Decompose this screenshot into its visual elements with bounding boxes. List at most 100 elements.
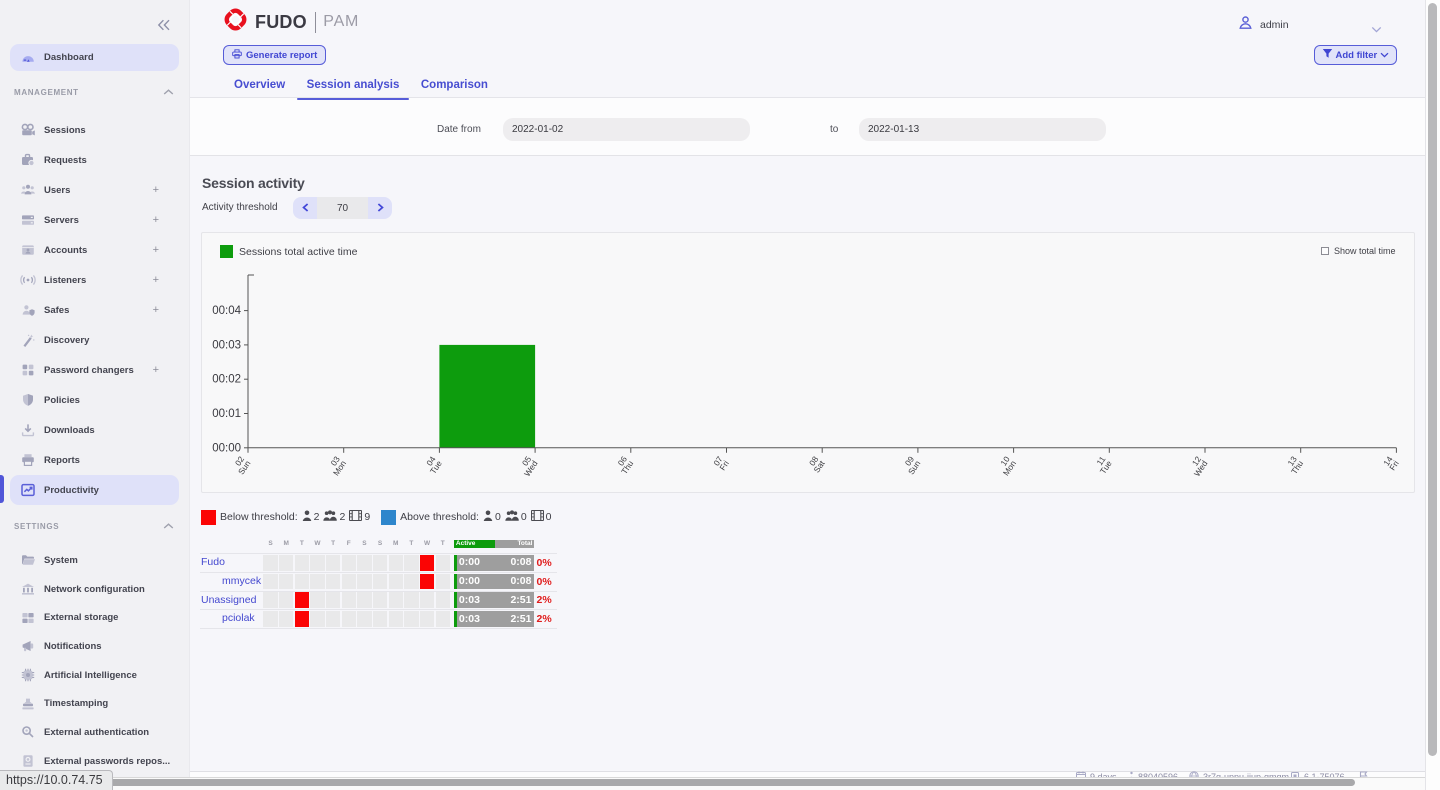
sidebar-item-label: Notifications bbox=[44, 640, 102, 652]
tab-overview[interactable]: Overview bbox=[224, 76, 295, 97]
expand-plus-icon[interactable]: + bbox=[153, 244, 159, 256]
tab-comparison[interactable]: Comparison bbox=[411, 76, 498, 97]
day-activity-cell bbox=[404, 592, 419, 609]
day-activity-cell bbox=[419, 573, 435, 590]
logo-divider bbox=[314, 11, 317, 33]
activity-percent: 2% bbox=[536, 594, 552, 607]
date-from-input[interactable]: 2022-01-02 bbox=[503, 118, 750, 141]
active-bar-fill bbox=[453, 592, 457, 609]
row-name-link[interactable]: pciolak bbox=[222, 609, 255, 628]
row-name-link[interactable]: Fudo bbox=[201, 553, 225, 572]
active-total-header: Active Total bbox=[453, 540, 535, 548]
film-icon bbox=[530, 509, 544, 524]
y-tick-label: 00:02 bbox=[212, 374, 241, 386]
sidebar-item-label: Servers bbox=[44, 214, 79, 226]
total-time: 2:51 bbox=[510, 612, 532, 625]
sidebar-section-management[interactable]: MANAGEMENT bbox=[14, 84, 179, 100]
sidebar-item-label: External storage bbox=[44, 612, 119, 624]
horizontal-scrollbar-thumb[interactable] bbox=[8, 778, 1355, 786]
threshold-increase-button[interactable] bbox=[368, 197, 392, 219]
fudo-pam-logo: FUDO PAM bbox=[223, 8, 359, 35]
productivity-icon bbox=[20, 482, 36, 498]
x-tick-label: 10Mon bbox=[994, 454, 1018, 478]
below-threshold-swatch bbox=[201, 509, 216, 525]
sidebar-item-label: Policies bbox=[44, 394, 80, 406]
active-total-bar: 0:03 2:51 bbox=[453, 592, 535, 609]
sidebar-item-notifications[interactable]: Notifications bbox=[10, 632, 179, 661]
sidebar-item-users[interactable]: Users + bbox=[10, 175, 179, 205]
chevron-up-icon bbox=[163, 522, 174, 531]
sidebar-collapse-icon[interactable] bbox=[157, 18, 170, 36]
sidebar-item-system[interactable]: System bbox=[10, 546, 179, 575]
sidebar-item-downloads[interactable]: Downloads bbox=[10, 415, 179, 445]
threshold-decrease-button[interactable] bbox=[293, 197, 317, 219]
active-bar-fill bbox=[453, 611, 457, 627]
sidebar-item-timestamping[interactable]: Timestamping bbox=[10, 689, 179, 718]
sidebar-item-productivity[interactable]: Productivity bbox=[10, 475, 179, 505]
below-threshold-legend: Below threshold: 2 2 9 bbox=[201, 509, 370, 525]
sidebar-item-storage[interactable]: External storage bbox=[10, 603, 179, 632]
users-count: 2 bbox=[302, 510, 319, 524]
sidebar-item-label: Safes bbox=[44, 304, 70, 316]
x-tick-label: 03Mon bbox=[325, 454, 349, 478]
active-total-bar: 0:03 2:51 bbox=[453, 611, 535, 627]
day-activity-cell bbox=[388, 592, 403, 609]
sidebar-item-servers[interactable]: Servers + bbox=[10, 205, 179, 235]
expand-plus-icon[interactable]: + bbox=[153, 364, 159, 376]
generate-report-button[interactable]: Generate report bbox=[223, 45, 327, 65]
sidebar-item-label: Listeners bbox=[44, 274, 87, 286]
expand-plus-icon[interactable]: + bbox=[153, 304, 159, 316]
vertical-scrollbar-thumb[interactable] bbox=[1427, 3, 1437, 756]
sidebar-item-network[interactable]: Network configuration bbox=[10, 575, 179, 604]
groups-count: 2 bbox=[323, 510, 345, 524]
sidebar-section-settings[interactable]: SETTINGS bbox=[14, 518, 179, 534]
date-to-input[interactable]: 2022-01-13 bbox=[859, 118, 1106, 141]
ai-icon bbox=[20, 667, 36, 683]
user-menu-chevron-icon[interactable] bbox=[1371, 20, 1382, 38]
sidebar-item-dashboard[interactable]: Dashboard bbox=[10, 44, 179, 71]
expand-plus-icon[interactable]: + bbox=[153, 184, 159, 196]
sidebar-item-password-changers[interactable]: Password changers + bbox=[10, 355, 179, 385]
sidebar-item-reports[interactable]: Reports bbox=[10, 445, 179, 475]
user-menu[interactable]: admin bbox=[1238, 15, 1289, 35]
day-activity-cell bbox=[310, 611, 325, 627]
sidebar-item-ai[interactable]: Artificial Intelligence bbox=[10, 661, 179, 690]
sidebar-item-safes[interactable]: Safes + bbox=[10, 295, 179, 325]
day-of-week-header: T bbox=[299, 540, 304, 547]
active-bar-fill bbox=[453, 554, 457, 571]
sidebar-item-policies[interactable]: Policies bbox=[10, 385, 179, 415]
section-label: SETTINGS bbox=[14, 521, 60, 531]
activity-percent: 0% bbox=[536, 556, 552, 569]
sidebar-item-ext-auth[interactable]: External authentication bbox=[10, 718, 179, 747]
day-of-week-header: W bbox=[314, 540, 321, 547]
requests-icon bbox=[20, 152, 36, 168]
x-tick-label: 05Wed bbox=[516, 454, 540, 478]
sidebar-item-accounts[interactable]: Accounts + bbox=[10, 235, 179, 265]
add-filter-button[interactable]: Add filter bbox=[1314, 45, 1397, 65]
above-threshold-swatch bbox=[381, 509, 397, 525]
chevron-up-icon bbox=[163, 88, 174, 97]
sidebar-item-sessions[interactable]: Sessions bbox=[10, 115, 179, 145]
sidebar-nav-settings: System Network configuration External stor… bbox=[10, 546, 179, 776]
sidebar-item-listeners[interactable]: Listeners + bbox=[10, 265, 179, 295]
day-activity-cell bbox=[279, 592, 294, 609]
system-icon bbox=[20, 552, 36, 568]
activity-percent: 0% bbox=[536, 575, 552, 588]
expand-plus-icon[interactable]: + bbox=[153, 214, 159, 226]
tab-session-analysis[interactable]: Session analysis bbox=[297, 76, 410, 97]
sidebar-item-requests[interactable]: Requests bbox=[10, 145, 179, 175]
sidebar-item-label: Reports bbox=[44, 454, 80, 466]
row-name-link[interactable]: Unassigned bbox=[201, 591, 256, 610]
group-icon bbox=[323, 510, 338, 524]
sessions-icon bbox=[20, 122, 36, 138]
section-title: Session activity bbox=[202, 175, 305, 191]
row-name-link[interactable]: mmycek bbox=[222, 572, 261, 591]
active-time: 0:03 bbox=[458, 593, 480, 606]
user-icon bbox=[1238, 15, 1253, 35]
threshold-legend: Below threshold: 2 2 9 Above threshold: 0 0 0 bbox=[201, 509, 552, 525]
sidebar-item-discovery[interactable]: Discovery bbox=[10, 325, 179, 355]
sidebar: Dashboard MANAGEMENT Sessions Requests Use… bbox=[0, 0, 190, 790]
network-icon bbox=[20, 581, 36, 597]
add-filter-label: Add filter bbox=[1335, 49, 1378, 61]
expand-plus-icon[interactable]: + bbox=[153, 274, 159, 286]
